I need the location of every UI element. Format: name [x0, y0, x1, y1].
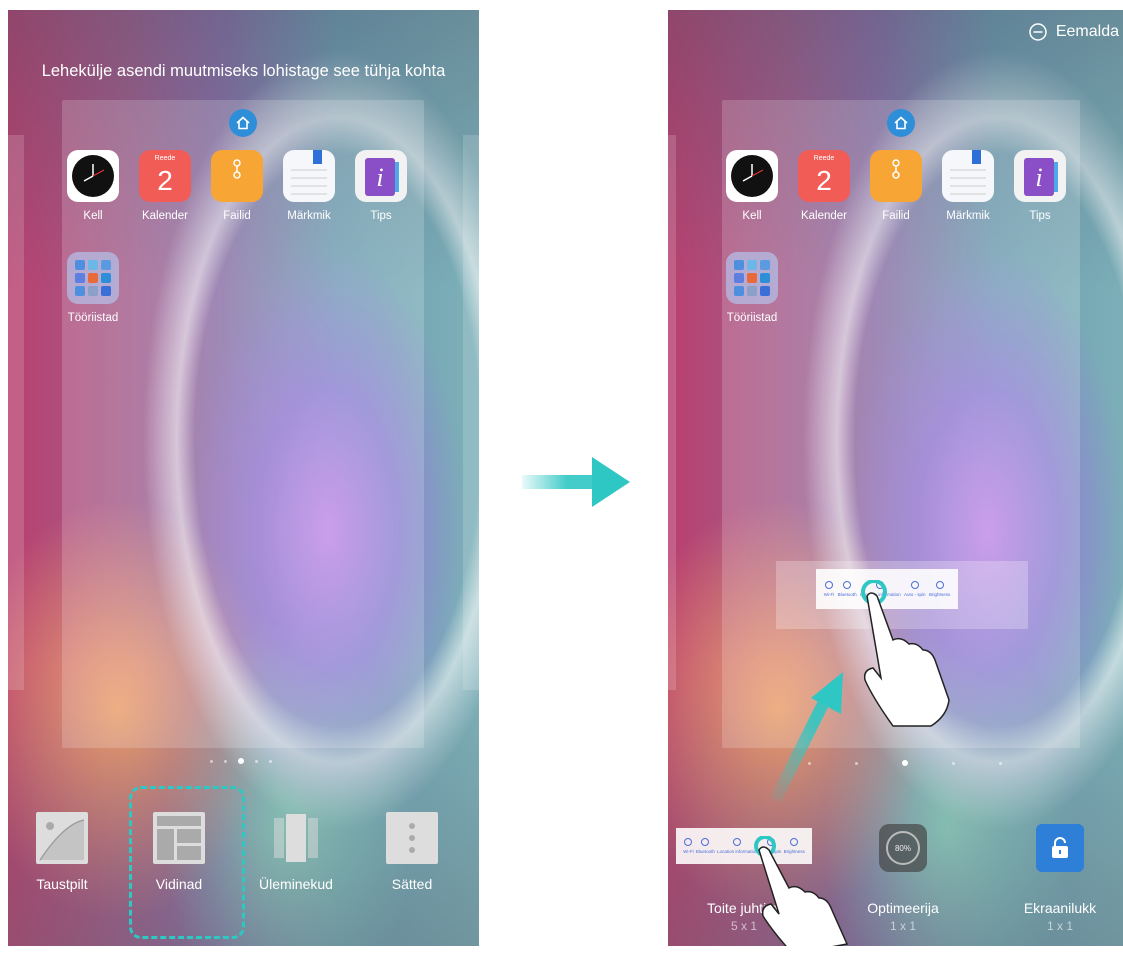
hand-pointer-icon — [861, 580, 950, 727]
optimizer-icon: 80% — [879, 824, 927, 872]
previous-page-preview[interactable] — [668, 135, 676, 690]
page-indicator — [210, 758, 272, 764]
folder-tooriistad[interactable]: Tööriistad — [722, 252, 782, 324]
app-tips[interactable]: i Tips — [351, 150, 411, 222]
app-label: Märkmik — [946, 210, 990, 222]
page-dot-active — [902, 760, 908, 766]
notepad-icon — [283, 150, 335, 202]
right-phone-screen: Eemalda Kell Reede 2 Kalender Failid Märk… — [668, 10, 1123, 946]
page-dot — [269, 759, 272, 763]
calendar-icon: Reede 2 — [139, 150, 191, 202]
page-dot — [952, 761, 955, 765]
app-label: Kalender — [141, 210, 189, 222]
page-dot — [210, 759, 213, 763]
hand-pointer-icon — [754, 836, 849, 946]
widget-ekraanilukk[interactable]: Ekraanilukk 1 x 1 — [1000, 824, 1120, 933]
app-kalender[interactable]: Reede 2 Kalender — [794, 150, 854, 222]
wifi-toggle[interactable]: Wi-Fi — [823, 581, 835, 597]
calendar-day: 2 — [816, 165, 832, 196]
folder-tooriistad[interactable]: Tööriistad — [63, 252, 123, 324]
clock-icon — [726, 150, 778, 202]
files-icon — [870, 150, 922, 202]
calendar-day: 2 — [157, 165, 173, 196]
app-kell[interactable]: Kell — [63, 150, 123, 222]
settings-icon — [386, 812, 438, 864]
tool-uleminekud[interactable]: Üleminekud — [251, 812, 341, 892]
drag-arrow-icon — [769, 672, 843, 803]
app-kalender[interactable]: Reede 2 Kalender — [135, 150, 195, 222]
home-icon[interactable] — [887, 109, 915, 137]
bluetooth-toggle[interactable]: Bluetooth — [696, 838, 715, 854]
app-failid[interactable]: Failid — [866, 150, 926, 222]
widget-label: Ekraanilukk — [1023, 900, 1097, 916]
toggle-label: Location information — [717, 849, 758, 854]
calendar-weekday: Reede — [154, 155, 176, 162]
tool-label: Üleminekud — [259, 876, 333, 892]
drag-hint-text: Lehekülje asendi muutmiseks lohistage se… — [41, 62, 446, 80]
app-label: Tips — [370, 210, 392, 222]
widget-size: 1 x 1 — [1046, 919, 1073, 933]
lock-icon — [1036, 824, 1084, 872]
folder-label: Tööriistad — [726, 312, 778, 324]
tips-icon: i — [1014, 150, 1066, 202]
transitions-icon — [270, 812, 322, 864]
tips-icon: i — [355, 150, 407, 202]
app-label: Failid — [882, 210, 910, 222]
page-dot — [224, 759, 227, 763]
app-label: Failid — [223, 210, 251, 222]
page-dot-active — [238, 758, 244, 764]
app-failid[interactable]: Failid — [207, 150, 267, 222]
files-icon — [211, 150, 263, 202]
wifi-toggle[interactable]: Wi-Fi — [683, 838, 694, 854]
location-toggle[interactable]: Location information — [717, 838, 758, 854]
remove-icon — [1029, 23, 1047, 41]
home-page-preview[interactable]: Kell Reede 2 Kalender Failid Märkmik i Ti… — [62, 100, 424, 748]
tool-label: Taustpilt — [36, 876, 88, 892]
app-markmik[interactable]: Märkmik — [279, 150, 339, 222]
app-tips[interactable]: i Tips — [1010, 150, 1070, 222]
toggle-label: Wi-Fi — [683, 849, 694, 854]
app-label: Kell — [742, 210, 762, 222]
app-label: Kalender — [800, 210, 848, 222]
folder-label: Tööriistad — [67, 312, 119, 324]
calendar-weekday: Reede — [813, 155, 835, 162]
svg-text:i: i — [1035, 163, 1042, 192]
remove-label: Eemalda — [1055, 23, 1119, 40]
app-markmik[interactable]: Märkmik — [938, 150, 998, 222]
page-dot — [999, 761, 1002, 765]
previous-page-preview[interactable] — [8, 135, 24, 690]
folder-icon — [67, 252, 119, 304]
tool-taustpilt[interactable]: Taustpilt — [17, 812, 107, 892]
left-phone-screen: Lehekülje asendi muutmiseks lohistage se… — [8, 10, 479, 946]
notepad-icon — [942, 150, 994, 202]
page-dot — [255, 759, 258, 763]
next-page-preview[interactable] — [463, 135, 479, 690]
tool-satted[interactable]: Sätted — [367, 812, 457, 892]
calendar-icon: Reede 2 — [798, 150, 850, 202]
folder-icon — [726, 252, 778, 304]
tool-label: Sätted — [391, 876, 433, 892]
app-label: Kell — [83, 210, 103, 222]
home-icon[interactable] — [229, 109, 257, 137]
optimizer-value: 80% — [886, 831, 920, 865]
selection-highlight — [129, 786, 245, 939]
wallpaper-icon — [36, 812, 88, 864]
clock-icon — [67, 150, 119, 202]
app-label: Märkmik — [287, 210, 331, 222]
toggle-label: Wi-Fi — [823, 592, 835, 597]
svg-text:i: i — [376, 163, 383, 192]
remove-button[interactable]: Eemalda — [1028, 22, 1119, 42]
transition-arrow-icon — [522, 457, 630, 507]
app-kell[interactable]: Kell — [722, 150, 782, 222]
page-dot — [855, 761, 858, 765]
app-label: Tips — [1029, 210, 1051, 222]
toggle-label: Bluetooth — [695, 849, 715, 854]
